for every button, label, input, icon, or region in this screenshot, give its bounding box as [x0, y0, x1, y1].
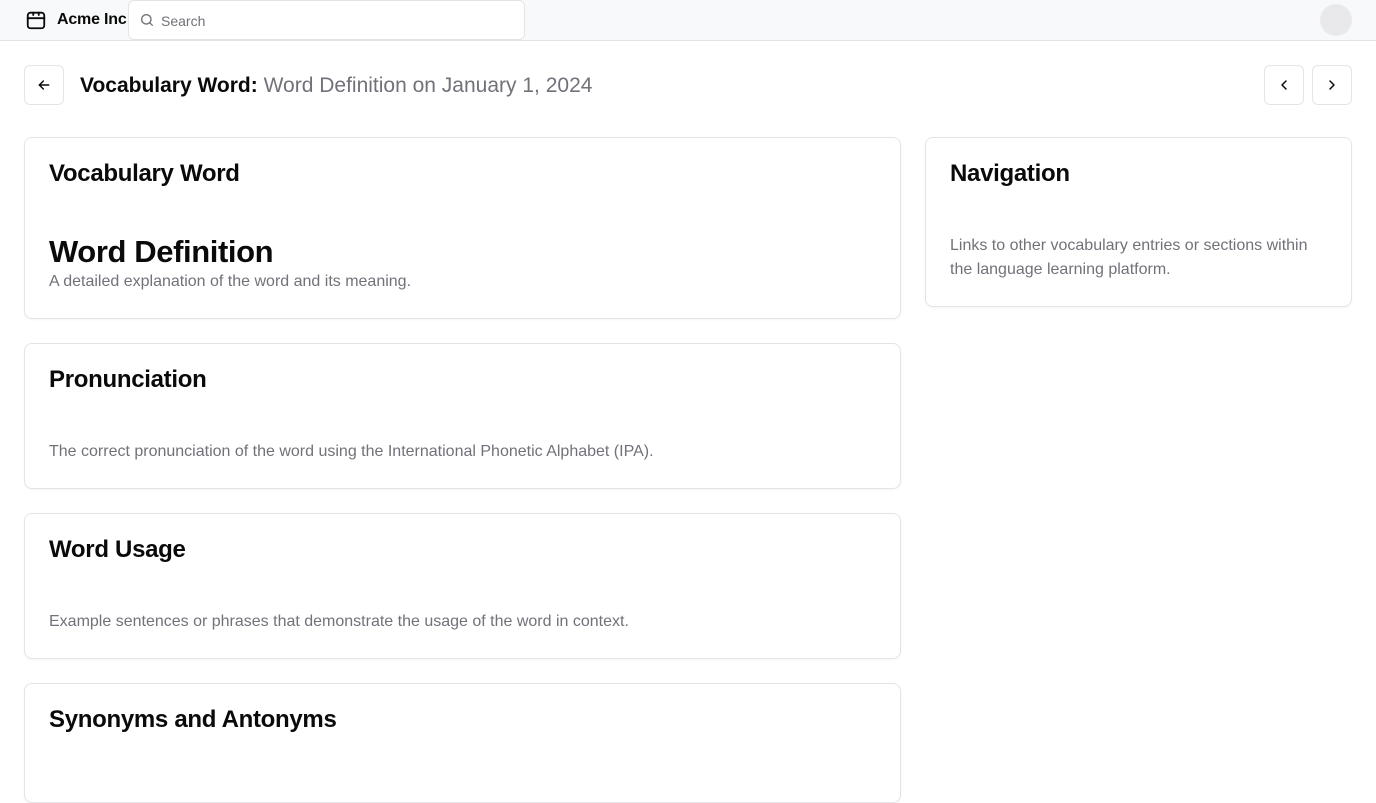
- arrow-left-icon: [38, 80, 50, 90]
- next-button[interactable]: [1312, 65, 1352, 105]
- word-title: Word Definition: [49, 234, 274, 269]
- search-input[interactable]: [161, 9, 511, 33]
- search-box: [128, 0, 525, 40]
- navigation-card: Navigation Links to other vocabulary ent…: [925, 137, 1352, 307]
- brand-name: Acme Inc: [57, 11, 127, 28]
- page-title-subtitle: Word Definition on January 1, 2024: [263, 74, 593, 97]
- word-usage-card: Word Usage Example sentences or phrases …: [24, 513, 901, 659]
- page-title: Vocabulary Word: Word Definition on Janu…: [80, 72, 592, 100]
- pronunciation-card: Pronunciation The correct pronunciation …: [24, 343, 901, 489]
- card-description: Example sentences or phrases that demons…: [49, 613, 629, 630]
- synonyms-antonyms-card: Synonyms and Antonyms: [24, 683, 901, 803]
- chevron-left-icon: [1281, 80, 1287, 90]
- previous-button[interactable]: [1264, 65, 1304, 105]
- search-icon: [141, 14, 153, 26]
- brand-link[interactable]: Acme Inc: [25, 9, 127, 31]
- page-title-label: Vocabulary Word:: [80, 74, 258, 97]
- card-description: A detailed explanation of the word and i…: [49, 273, 412, 290]
- card-description: The correct pronunciation of the word us…: [49, 443, 654, 460]
- chevron-right-icon: [1329, 80, 1335, 90]
- card-heading: Vocabulary Word: [49, 160, 240, 187]
- package-icon: [26, 11, 46, 30]
- top-navbar: Acme Inc: [0, 0, 1376, 41]
- back-button[interactable]: [24, 65, 64, 105]
- user-avatar[interactable]: [1320, 4, 1352, 36]
- card-heading: Navigation: [950, 160, 1070, 187]
- vocabulary-word-card: Vocabulary Word Word Definition A detail…: [24, 137, 901, 319]
- card-description: Links to other vocabulary entries or sec…: [950, 237, 1308, 278]
- card-heading: Pronunciation: [49, 366, 207, 393]
- card-heading: Word Usage: [49, 536, 186, 563]
- card-heading: Synonyms and Antonyms: [49, 706, 337, 733]
